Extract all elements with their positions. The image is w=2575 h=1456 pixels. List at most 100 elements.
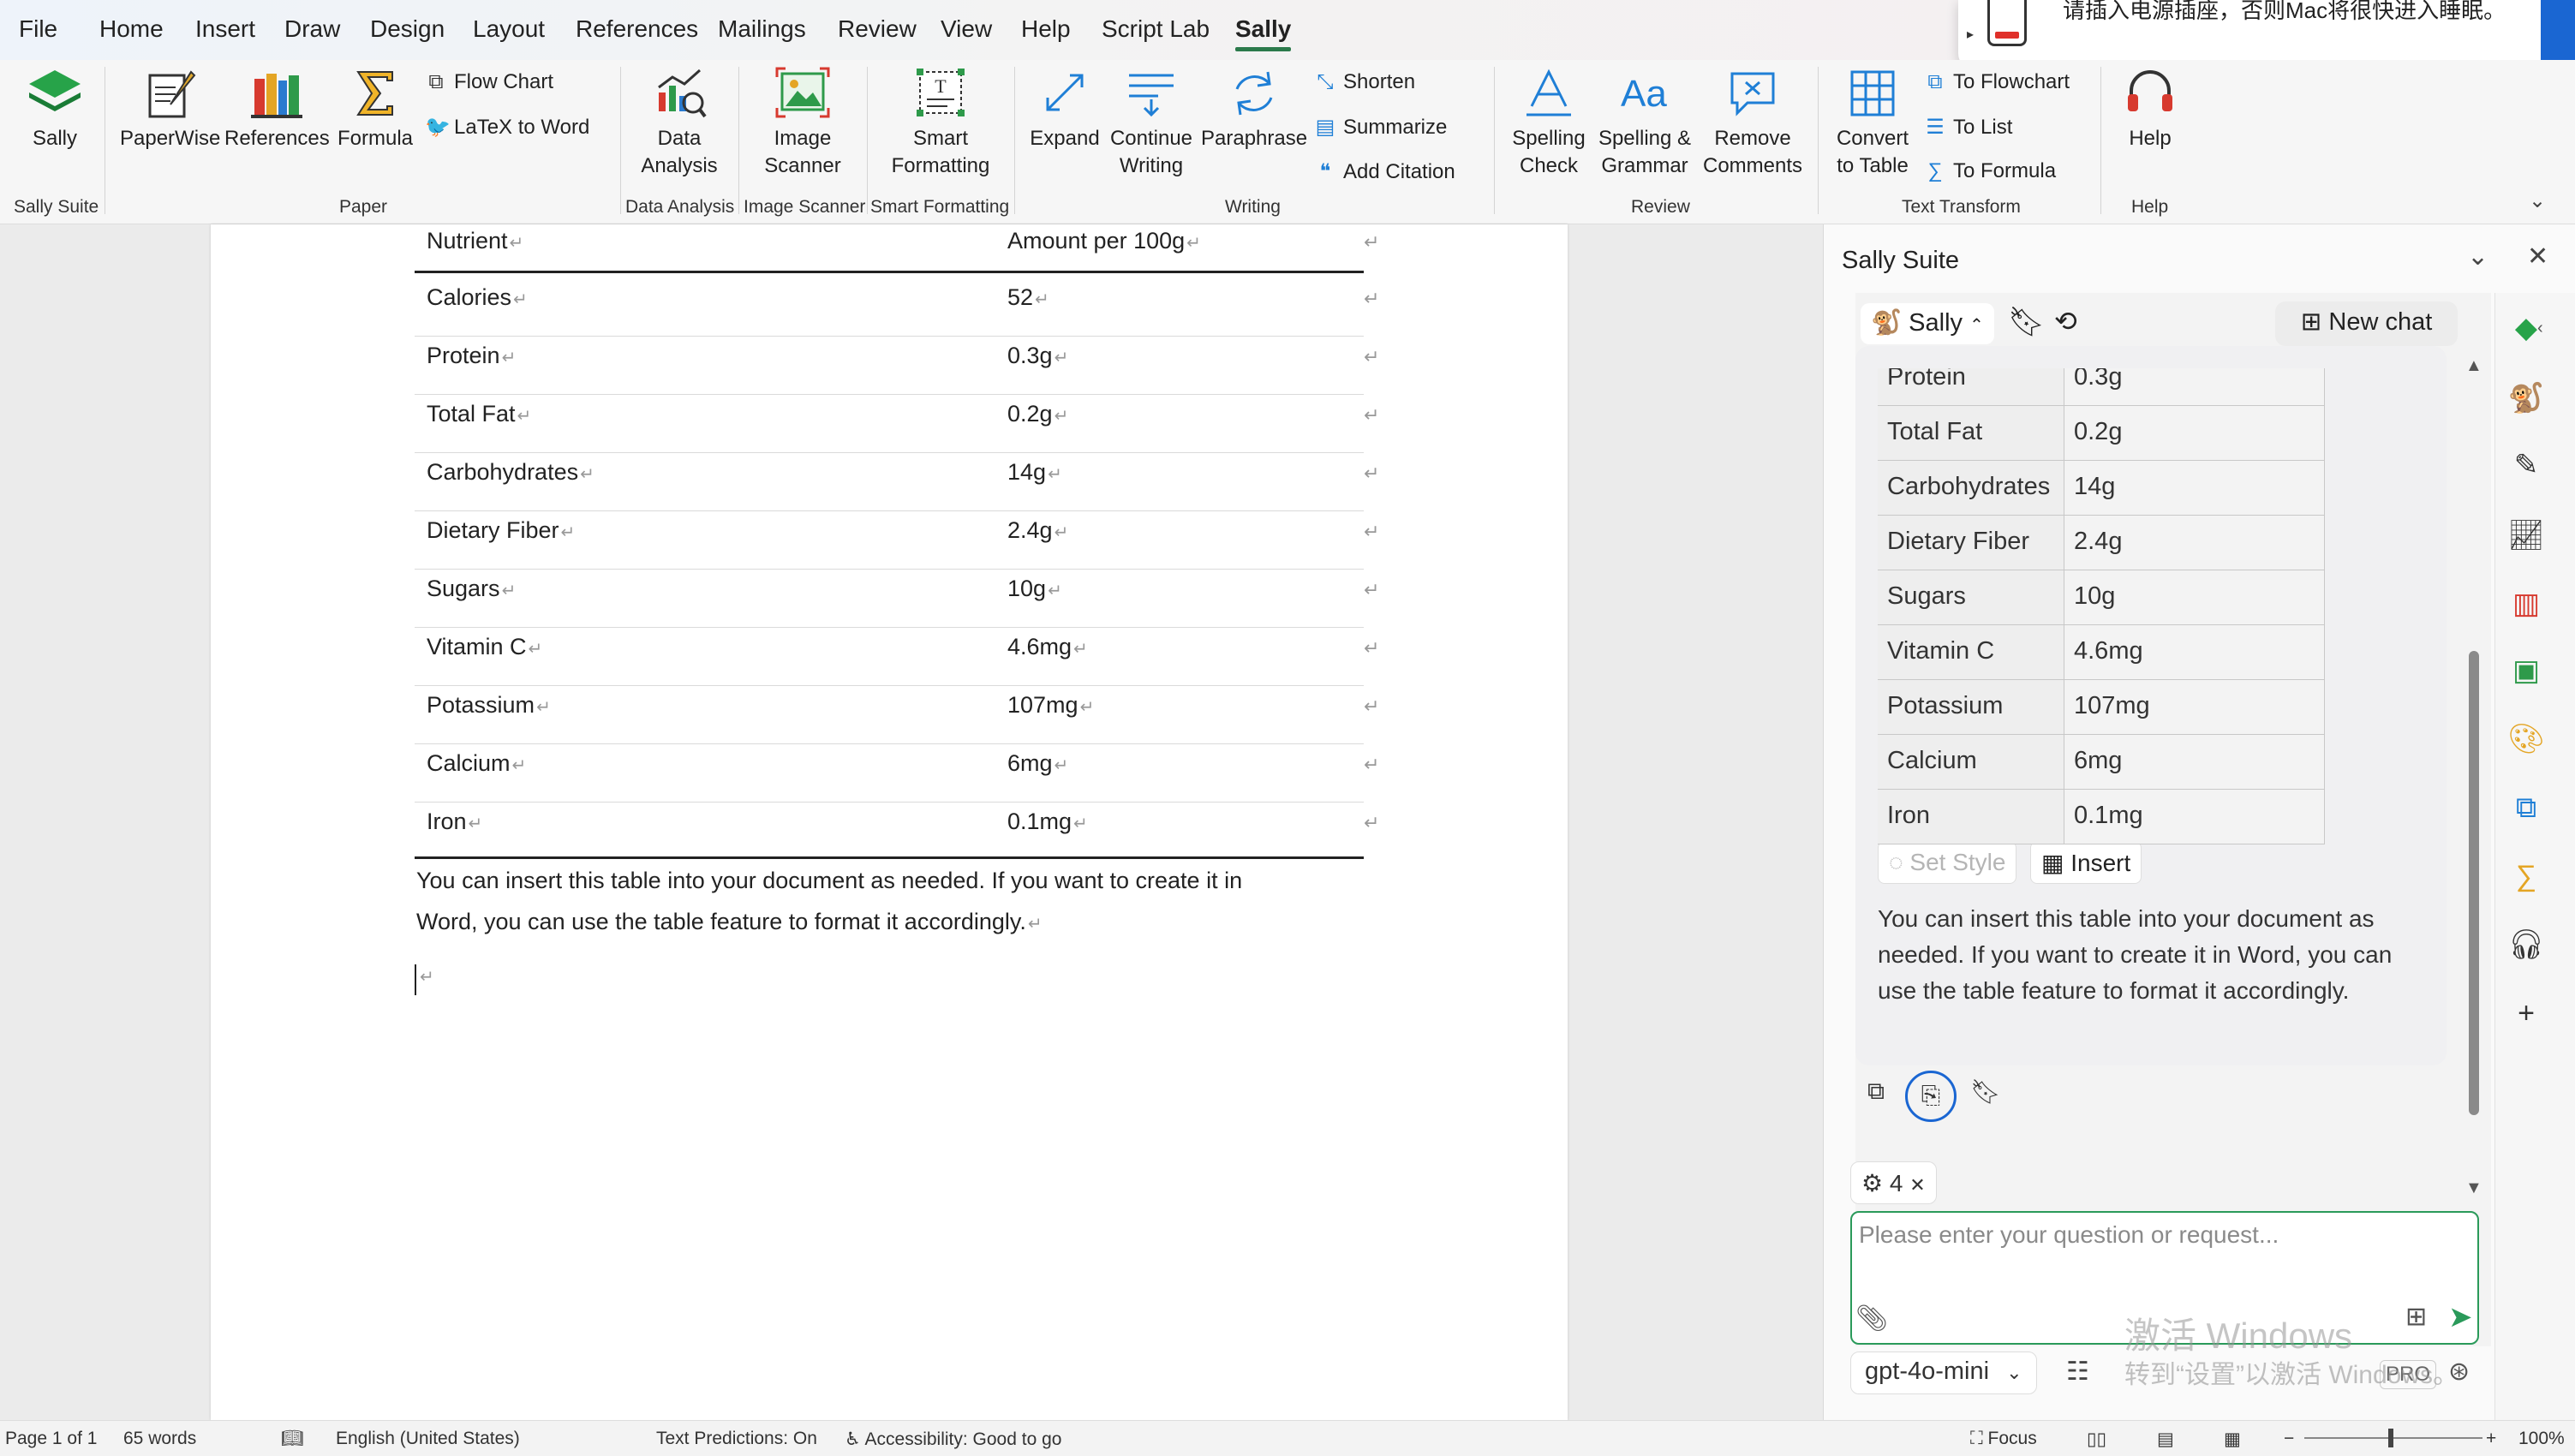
panel-table-cell-amount: 0.2g bbox=[2064, 406, 2325, 461]
panel-close-icon[interactable]: ✕ bbox=[2527, 242, 2548, 272]
new-chat-button[interactable]: ⊞ New chat bbox=[2275, 301, 2458, 346]
to-flowchart-button[interactable]: ⧉ To Flowchart bbox=[1924, 70, 2070, 94]
scroll-down-arrow[interactable]: ▼ bbox=[2465, 1179, 2482, 1198]
rail-line-chart-icon[interactable]: 📈︎ bbox=[2505, 514, 2548, 557]
menu-review[interactable]: Review bbox=[838, 15, 917, 43]
add-citation-button[interactable]: ❝ Add Citation bbox=[1314, 159, 1455, 184]
rail-help-icon[interactable]: 🎧︎ bbox=[2505, 923, 2548, 966]
to-list-button[interactable]: ☰ To List bbox=[1924, 115, 2012, 140]
page-count[interactable]: Page 1 of 1 bbox=[5, 1429, 97, 1449]
send-icon[interactable]: ➤ bbox=[2448, 1300, 2473, 1334]
image-scanner-button[interactable]: Image Scanner bbox=[747, 67, 858, 180]
insert-to-doc-icon[interactable]: ⎘ bbox=[1905, 1071, 1957, 1122]
menu-sally[interactable]: Sally bbox=[1235, 15, 1292, 51]
group-divider bbox=[620, 67, 621, 214]
menu-view[interactable]: View bbox=[941, 15, 992, 43]
zoom-out-icon[interactable]: − bbox=[2284, 1429, 2294, 1449]
text-predictions-status[interactable]: Text Predictions: On bbox=[656, 1429, 817, 1449]
menu-layout[interactable]: Layout bbox=[473, 15, 545, 43]
assistant-selector[interactable]: 🐒 Sally ⌃ bbox=[1861, 303, 1994, 344]
menu-script-lab[interactable]: Script Lab bbox=[1102, 15, 1210, 43]
doc-cell-nutrient: Vitamin C ↵ bbox=[427, 634, 543, 659]
spelling-check-button[interactable]: Spelling Check bbox=[1504, 67, 1593, 180]
chat-scrollbar-thumb[interactable] bbox=[2469, 651, 2479, 1115]
menu-file[interactable]: File bbox=[19, 15, 57, 43]
shorten-label: Shorten bbox=[1343, 70, 1416, 93]
rail-palette-icon[interactable]: 🎨︎ bbox=[2505, 718, 2548, 761]
accessibility-status[interactable]: ♿︎ Accessibility: Good to go bbox=[845, 1429, 1061, 1450]
web-layout-icon[interactable]: ▦ bbox=[2224, 1429, 2241, 1450]
plugins-chip[interactable]: ⚙ 4 ✕ bbox=[1850, 1161, 1937, 1204]
data-analysis-label-1: Data bbox=[657, 127, 702, 150]
rail-add-icon[interactable]: + bbox=[2505, 992, 2548, 1035]
word-count[interactable]: 65 words bbox=[123, 1429, 196, 1449]
paraphrase-button[interactable]: Paraphrase bbox=[1201, 67, 1307, 152]
model-selector[interactable]: gpt-4o-mini ⌄ bbox=[1850, 1352, 2037, 1394]
assistant-name: Sally bbox=[1909, 309, 1963, 337]
spelling-grammar-button[interactable]: Aa Spelling & Grammar bbox=[1593, 67, 1696, 180]
zoom-slider-thumb[interactable] bbox=[2388, 1429, 2393, 1447]
continue-writing-button[interactable]: Continue Writing bbox=[1107, 67, 1196, 180]
group-smart-formatting: Smart Formatting bbox=[870, 197, 1010, 217]
menu-mailings[interactable]: Mailings bbox=[718, 15, 806, 43]
shorten-button[interactable]: ⤡ Shorten bbox=[1314, 70, 1415, 94]
remove-comments-button[interactable]: Remove Comments bbox=[1700, 67, 1806, 180]
sigma-small-icon: ∑ bbox=[1927, 159, 1943, 182]
help-button[interactable]: Help bbox=[2116, 67, 2184, 152]
zoom-in-icon[interactable]: + bbox=[2486, 1429, 2496, 1449]
menu-references[interactable]: References bbox=[576, 15, 698, 43]
menu-draw[interactable]: Draw bbox=[284, 15, 340, 43]
clear-plugins-icon[interactable]: ✕ bbox=[1909, 1174, 1925, 1196]
latex-to-word-button[interactable]: 🐦 LaTeX to Word bbox=[425, 115, 589, 140]
history-icon[interactable]: ⟲ bbox=[2054, 305, 2077, 337]
references-button[interactable]: References bbox=[224, 67, 330, 152]
scroll-up-arrow[interactable]: ▲ bbox=[2465, 356, 2482, 376]
paperwise-button[interactable]: PaperWise bbox=[120, 67, 220, 152]
summarize-label: Summarize bbox=[1343, 116, 1448, 139]
refresh-icon bbox=[1235, 71, 1273, 116]
insert-table-button[interactable]: ▦ Insert bbox=[2030, 841, 2142, 884]
menu-insert[interactable]: Insert bbox=[195, 15, 255, 43]
bookmark-icon[interactable]: 🔖︎ bbox=[2008, 305, 2045, 339]
rail-formula-icon[interactable]: ∑ bbox=[2505, 855, 2548, 898]
print-layout-icon[interactable]: ▤ bbox=[2157, 1429, 2174, 1450]
panel-collapse-icon[interactable]: ⌄ bbox=[2467, 242, 2488, 272]
data-analysis-button[interactable]: Data Analysis bbox=[629, 67, 730, 180]
rail-image-icon[interactable]: ▣ bbox=[2505, 649, 2548, 692]
ribbon-collapse-icon[interactable]: ⌄ bbox=[2529, 188, 2546, 213]
convert-to-table-button[interactable]: Convert to Table bbox=[1830, 67, 1915, 180]
language-status[interactable]: English (United States) bbox=[336, 1429, 520, 1449]
rail-paperwise-icon[interactable]: ✎ bbox=[2505, 444, 2548, 486]
settings-sliders-icon[interactable]: ☷ bbox=[2066, 1357, 2089, 1387]
menu-design[interactable]: Design bbox=[370, 15, 445, 43]
summarize-button[interactable]: ▤ Summarize bbox=[1314, 115, 1448, 140]
flow-chart-label: Flow Chart bbox=[454, 70, 554, 93]
table-header-rule bbox=[415, 271, 1364, 273]
prompt-icon[interactable]: ⊞ bbox=[2405, 1302, 2427, 1332]
save-bookmark-icon[interactable]: 🔖︎ bbox=[1970, 1077, 2001, 1106]
set-style-button[interactable]: ◌ Set Style bbox=[1878, 841, 2017, 884]
gear-icon: ⚙ bbox=[1861, 1170, 1884, 1196]
expand-button[interactable]: Expand bbox=[1025, 67, 1105, 152]
rail-monkey-icon[interactable]: 🐒 bbox=[2505, 377, 2548, 420]
copy-icon[interactable]: ⧉ bbox=[1867, 1077, 1885, 1106]
rail-expand-icon[interactable]: ‹ bbox=[2537, 319, 2543, 338]
focus-mode[interactable]: ⛶ Focus bbox=[1970, 1429, 2037, 1449]
menu-help[interactable]: Help bbox=[1021, 15, 1071, 43]
group-image-scanner: Image Scanner bbox=[744, 197, 866, 217]
menu-home[interactable]: Home bbox=[99, 15, 164, 43]
attach-icon[interactable]: 📎︎ bbox=[1855, 1304, 1888, 1334]
proofing-icon[interactable]: 📖︎ bbox=[281, 1429, 304, 1449]
row-end-mark: ↵ bbox=[1364, 695, 1380, 717]
rail-flowchart-icon[interactable]: ⧉ bbox=[2505, 786, 2548, 829]
zoom-slider[interactable] bbox=[2304, 1437, 2482, 1439]
sally-button[interactable]: Sally bbox=[15, 67, 94, 152]
table-scroll-clip bbox=[1878, 346, 2325, 368]
rail-bar-chart-icon[interactable]: ▥ bbox=[2505, 582, 2548, 625]
smart-formatting-button[interactable]: T Smart Formatting bbox=[877, 67, 1004, 180]
read-mode-icon[interactable]: ▯▯ bbox=[2087, 1429, 2106, 1450]
to-formula-button[interactable]: ∑ To Formula bbox=[1924, 159, 2056, 183]
formula-button[interactable]: Formula bbox=[332, 67, 418, 152]
flow-chart-button[interactable]: ⧉ Flow Chart bbox=[425, 70, 553, 94]
zoom-level[interactable]: 100% bbox=[2518, 1429, 2565, 1449]
